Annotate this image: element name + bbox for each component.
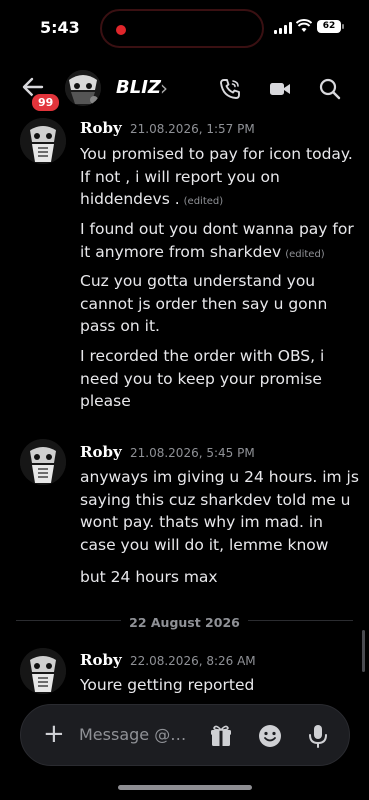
message-text-body: Cuz you gotta understand you cannot js o… [80,272,328,335]
message-author[interactable]: Roby [80,443,122,461]
date-divider-label: 22 August 2026 [121,615,248,630]
message-composer: + Message @… [20,704,350,766]
message-text-body: I recorded the order with OBS, i need yo… [80,347,325,410]
message-text[interactable]: Youre getting reported [80,674,360,697]
chevron-right-icon[interactable]: › [160,76,168,100]
video-icon[interactable] [268,77,292,101]
avatar[interactable] [20,648,66,694]
status-time: 5:43 [40,18,80,37]
avatar[interactable] [20,439,66,485]
message-timestamp: 21.08.2026, 1:57 PM [130,122,255,136]
dm-avatar[interactable] [65,70,101,106]
message-text[interactable]: Cuz you gotta understand you cannot js o… [80,270,360,338]
message-text[interactable]: but 24 hours max [80,566,360,589]
edited-label: (edited) [183,196,224,207]
message-text-body: Youre getting reported [80,676,255,694]
scrollbar[interactable] [362,630,365,672]
message-timestamp: 22.08.2026, 8:26 AM [130,654,256,668]
mic-icon[interactable] [305,723,331,749]
avatar[interactable] [20,118,66,164]
search-icon[interactable] [318,77,342,101]
phone-icon[interactable] [218,77,242,101]
message-timestamp: 21.08.2026, 5:45 PM [130,446,255,460]
message-author[interactable]: Roby [80,651,122,669]
message-input[interactable]: Message @… [79,725,191,744]
gift-icon[interactable] [208,723,234,749]
message-text-body: anyways im giving u 24 hours. im js sayi… [80,468,359,554]
date-divider: 22 August 2026 [0,612,369,631]
dynamic-island [100,9,264,48]
message-text[interactable]: You promised to pay for icon today. If n… [80,143,360,214]
battery-icon: 62 [317,20,344,33]
cellular-signal-icon [274,22,292,34]
recording-indicator-icon [116,25,126,35]
status-bar: 5:43 62 [0,0,369,54]
message-author[interactable]: Roby [80,119,122,137]
dm-title[interactable]: BLIZ [116,77,161,98]
edited-label: (edited) [285,248,325,260]
message-text[interactable]: I found out you dont wanna pay for it an… [80,218,360,266]
unread-badge: 99 [30,92,62,113]
dm-header: 99 BLIZ › [0,60,369,116]
plus-icon[interactable]: + [43,721,65,747]
message-text[interactable]: I recorded the order with OBS, i need yo… [80,345,360,413]
wifi-icon [296,19,312,32]
message-text-body: but 24 hours max [80,568,218,586]
home-indicator[interactable] [118,785,252,790]
emoji-icon[interactable] [257,723,283,749]
message-text[interactable]: anyways im giving u 24 hours. im js sayi… [80,466,360,556]
